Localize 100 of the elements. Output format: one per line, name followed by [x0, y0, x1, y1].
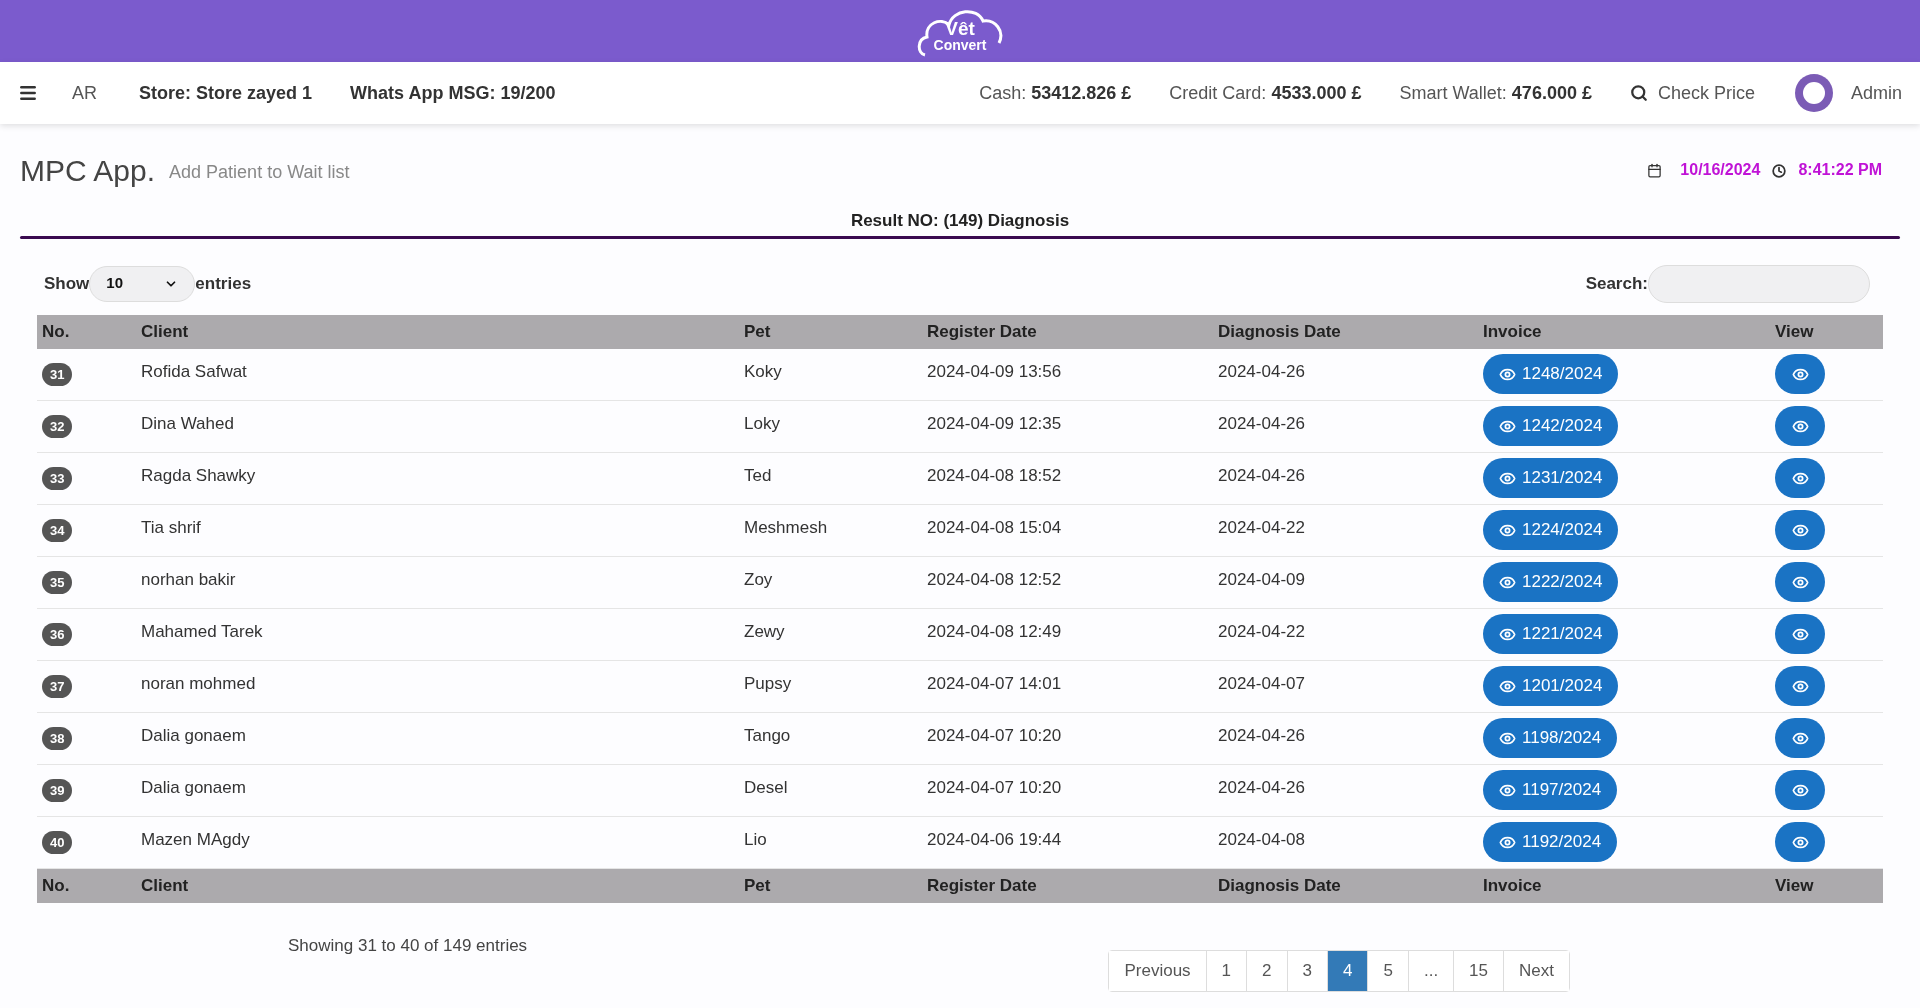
invoice-button[interactable]: 1224/2024 — [1483, 510, 1619, 550]
column-header: Invoice — [1483, 874, 1543, 897]
logo[interactable]: Vêt Convert — [915, 3, 1005, 59]
language-link[interactable]: AR — [72, 79, 97, 107]
diagnosis-date-cell-text: 2024-04-26 — [1218, 776, 1306, 799]
pet-cell-text: Koky — [744, 360, 783, 383]
page-subtitle: Add Patient to Wait list — [169, 161, 350, 184]
pet-cell-text: Loky — [744, 412, 781, 435]
search-field[interactable] — [1648, 264, 1870, 303]
row-number-badge: 37 — [42, 674, 73, 698]
view-button[interactable] — [1775, 510, 1825, 550]
register-date-cell-text: 2024-04-08 15:04 — [927, 516, 1063, 539]
pagination-button[interactable]: 4 — [1327, 951, 1368, 991]
pet-cell-text: Zoy — [744, 568, 774, 591]
invoice-button[interactable]: 1192/2024 — [1483, 822, 1618, 862]
view-button[interactable] — [1775, 354, 1825, 394]
diagnosis-date-cell-text: 2024-04-22 — [1218, 516, 1306, 539]
row-number-badge: 38 — [42, 726, 73, 750]
invoice-button[interactable]: 1231/2024 — [1483, 458, 1619, 498]
view-button[interactable] — [1775, 406, 1825, 446]
client-cell-text: Mahamed Tarek — [141, 620, 264, 643]
user-menu-link[interactable]: Admin — [1850, 79, 1902, 107]
page-size-select[interactable]: 10 — [89, 265, 196, 302]
row-number-badge: 36 — [42, 622, 73, 646]
show-label: Show — [44, 272, 90, 295]
client-cell-text: Mazen MAgdy — [141, 828, 251, 851]
column-header: Register Date — [927, 320, 1038, 343]
row-number-badge: 31 — [42, 362, 73, 386]
view-button[interactable] — [1775, 614, 1825, 654]
register-date-cell-text: 2024-04-06 19:44 — [927, 828, 1063, 851]
client-cell-text: norhan bakir — [141, 568, 237, 591]
invoice-button[interactable]: 1201/2024 — [1483, 666, 1619, 706]
menu-icon[interactable] — [18, 83, 38, 103]
view-button[interactable] — [1775, 770, 1825, 810]
register-date-cell-text: 2024-04-09 12:35 — [927, 412, 1063, 435]
invoice-button[interactable]: 1198/2024 — [1483, 718, 1618, 758]
diagnosis-date-cell-text: 2024-04-09 — [1218, 568, 1306, 591]
invoice-button[interactable]: 1222/2024 — [1483, 562, 1619, 602]
column-header: Client — [141, 320, 190, 343]
diagnosis-date-cell-text: 2024-04-26 — [1218, 360, 1306, 383]
pet-cell-text: Ted — [744, 464, 773, 487]
column-header: Pet — [744, 874, 772, 897]
logo-text: Convert — [933, 37, 987, 52]
register-date-cell-text: 2024-04-07 10:20 — [927, 776, 1063, 799]
diagnosis-date-cell-text: 2024-04-08 — [1218, 828, 1306, 851]
current-date: 10/16/2024 — [1680, 160, 1761, 180]
register-date-cell-text: 2024-04-08 12:52 — [927, 568, 1063, 591]
whatsapp-counter: Whats App MSG: 19/200 — [350, 81, 556, 105]
column-header: Register Date — [927, 874, 1038, 897]
invoice-button[interactable]: 1242/2024 — [1483, 406, 1619, 446]
invoice-button[interactable]: 1248/2024 — [1483, 354, 1619, 394]
diagnosis-date-cell-text: 2024-04-22 — [1218, 620, 1306, 643]
row-number-badge: 33 — [42, 466, 73, 490]
row-number-badge: 34 — [42, 518, 73, 542]
pet-cell-text: Meshmesh — [744, 516, 829, 539]
view-button[interactable] — [1775, 718, 1825, 758]
smart-wallet-total: Smart Wallet: 476.000 £ — [1399, 81, 1592, 105]
pet-cell-text: Desel — [744, 776, 789, 799]
view-button[interactable] — [1775, 562, 1825, 602]
column-header: No. — [41, 874, 71, 897]
pagination-button[interactable]: Next — [1503, 951, 1569, 991]
register-date-cell-text: 2024-04-07 14:01 — [927, 672, 1063, 695]
client-cell-text: Ragda Shawky — [141, 464, 257, 487]
pet-cell-text: Zewy — [744, 620, 786, 643]
diagnosis-date-cell-text: 2024-04-26 — [1218, 724, 1306, 747]
row-number-badge: 40 — [42, 830, 73, 854]
column-header: Pet — [744, 320, 772, 343]
view-button[interactable] — [1775, 458, 1825, 498]
current-time: 8:41:22 PM — [1798, 160, 1882, 180]
invoice-button[interactable]: 1197/2024 — [1483, 770, 1618, 810]
calendar-icon — [1647, 163, 1663, 178]
view-button[interactable] — [1775, 822, 1825, 862]
client-cell-text: Rofida Safwat — [141, 360, 248, 383]
avatar-icon[interactable] — [1794, 74, 1833, 112]
register-date-cell-text: 2024-04-07 10:20 — [927, 724, 1063, 747]
clock-icon — [1772, 164, 1787, 178]
client-cell-text: Dalia gonaem — [141, 724, 247, 747]
column-header: No. — [41, 320, 71, 343]
column-header: Diagnosis Date — [1218, 320, 1342, 343]
cash-total: Cash: 53412.826 £ — [979, 81, 1132, 105]
view-button[interactable] — [1775, 666, 1825, 706]
register-date-cell-text: 2024-04-08 18:52 — [927, 464, 1063, 487]
entries-info: Showing 31 to 40 of 149 entries — [288, 934, 528, 957]
store-text: Store: Store zayed 1 — [139, 81, 313, 105]
search-icon[interactable] — [1629, 84, 1648, 102]
column-header: View — [1775, 874, 1815, 897]
column-header: Client — [141, 874, 190, 897]
invoice-button[interactable]: 1221/2024 — [1483, 614, 1619, 654]
pet-cell-text: Pupsy — [744, 672, 793, 695]
row-number-badge: 32 — [42, 414, 73, 438]
pet-cell-text: Tango — [744, 724, 792, 747]
row-number-badge: 39 — [42, 778, 73, 802]
client-cell-text: Tia shrif — [141, 516, 202, 539]
register-date-cell-text: 2024-04-08 12:49 — [927, 620, 1063, 643]
column-header: Diagnosis Date — [1218, 874, 1342, 897]
check-price-link[interactable]: Check Price — [1657, 79, 1755, 107]
column-header: View — [1775, 320, 1815, 343]
logo-text: Vêt — [945, 18, 975, 38]
entries-label: entries — [195, 272, 252, 295]
pet-cell-text: Lio — [744, 828, 768, 851]
